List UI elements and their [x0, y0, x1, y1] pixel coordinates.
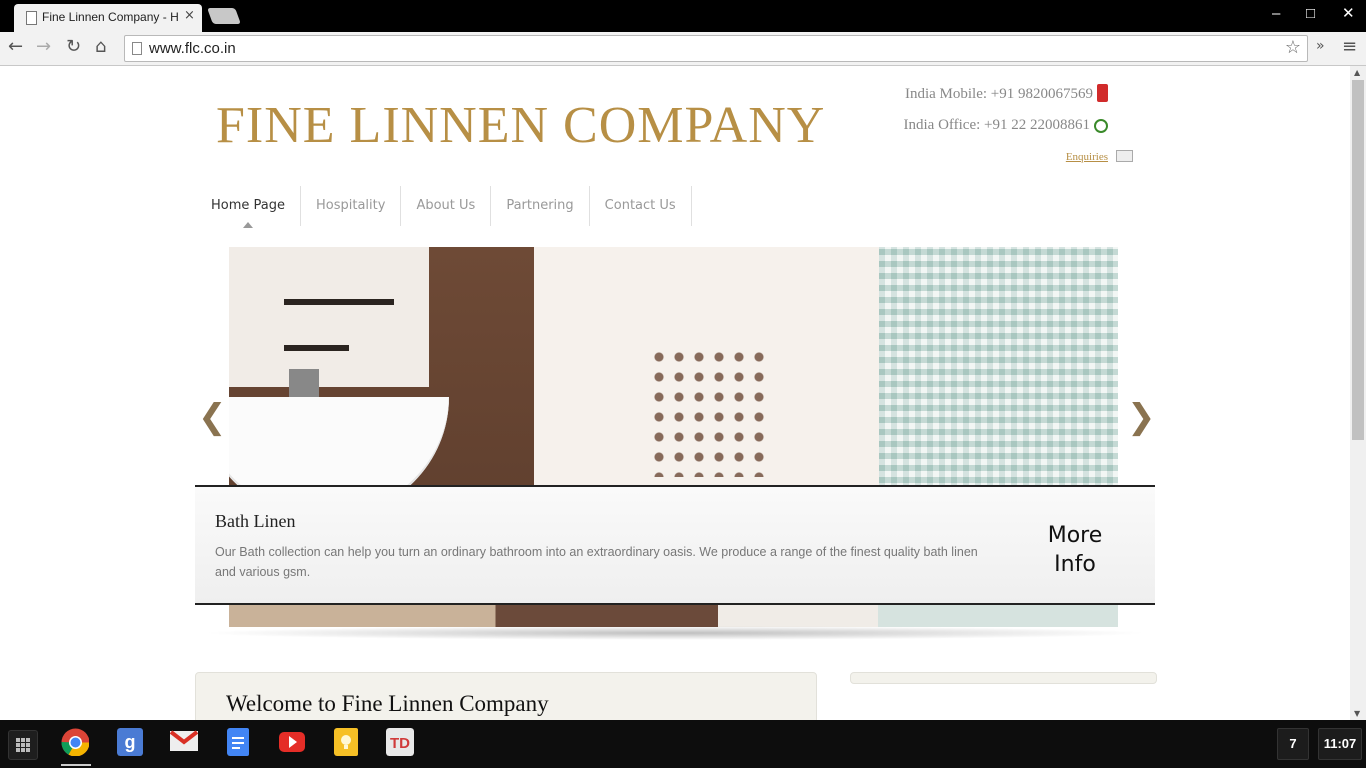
slider-prev-arrow-icon[interactable]: ❮	[198, 397, 227, 437]
bookmark-star-icon[interactable]: ☆	[1285, 37, 1301, 58]
mail-icon[interactable]	[1116, 150, 1133, 162]
enquiries-label[interactable]: Enquiries	[1066, 151, 1108, 163]
slider-mirror	[229, 247, 429, 387]
nav-label[interactable]: About Us	[416, 198, 475, 213]
google-search-icon[interactable]: g	[117, 728, 145, 756]
minimize-button[interactable]: –	[1272, 4, 1280, 24]
url-text[interactable]: www.flc.co.in	[149, 40, 236, 57]
mobile-contact: India Mobile: +91 9820067569	[905, 84, 1108, 103]
maximize-button[interactable]: □	[1306, 4, 1315, 24]
more-info-button[interactable]: More Info	[1015, 521, 1135, 579]
apps-grid-icon	[16, 738, 30, 752]
slider-next-arrow-icon[interactable]: ❯	[1127, 397, 1156, 437]
close-window-button[interactable]: ✕	[1342, 4, 1355, 24]
office-contact: India Office: +91 22 22008861	[904, 117, 1108, 134]
nav-label[interactable]: Partnering	[506, 198, 573, 213]
nav-contact-us[interactable]: Contact Us	[590, 186, 692, 226]
slider-shelf	[284, 345, 349, 351]
scroll-down-icon[interactable]: ▼	[1354, 709, 1360, 718]
docs-icon[interactable]	[227, 728, 255, 756]
menu-icon[interactable]: ≡	[1342, 36, 1357, 57]
nav-label[interactable]: Contact Us	[605, 198, 676, 213]
svg-text:g: g	[125, 732, 136, 752]
browser-title-bar: Fine Linnen Company - H × – □ ✕	[0, 0, 1366, 32]
scroll-up-icon[interactable]: ▲	[1354, 68, 1360, 77]
os-shelf: g TD 7 11:07	[0, 720, 1366, 768]
mobile-number: India Mobile: +91 9820067569	[904, 86, 1093, 102]
nav-label[interactable]: Hospitality	[316, 198, 385, 213]
site-logo[interactable]: FINE LINNEN COMPANY	[216, 96, 825, 155]
nav-label[interactable]: Home Page	[211, 198, 285, 213]
new-tab-button[interactable]	[207, 8, 241, 24]
app-launcher-button[interactable]	[8, 730, 38, 760]
forward-icon[interactable]: →	[36, 36, 51, 57]
chrome-icon[interactable]	[61, 728, 89, 756]
notification-count[interactable]: 7	[1277, 728, 1309, 760]
clock[interactable]: 11:07	[1318, 728, 1362, 760]
sidebar-panel	[850, 672, 1157, 684]
page-icon	[132, 42, 142, 55]
tab-close-icon[interactable]: ×	[184, 8, 195, 23]
nav-home-page[interactable]: Home Page	[196, 186, 301, 228]
caption-title: Bath Linen	[215, 511, 296, 531]
gmail-icon[interactable]	[170, 728, 198, 756]
caption-text: Our Bath collection can help you turn an…	[215, 545, 978, 579]
slider-shelf	[284, 299, 394, 305]
nav-about-us[interactable]: About Us	[401, 186, 492, 226]
welcome-title: Welcome to Fine Linnen Company	[226, 691, 549, 716]
address-bar[interactable]: www.flc.co.in ☆	[124, 35, 1308, 62]
office-number: India Office: +91 22 22008861	[903, 117, 1090, 133]
tweetdeck-icon[interactable]: TD	[386, 728, 414, 756]
page-viewport: FINE LINNEN COMPANY India Mobile: +91 98…	[0, 66, 1350, 720]
nav-hospitality[interactable]: Hospitality	[301, 186, 402, 226]
slider-bottom-strip	[229, 605, 1118, 627]
more-info-line[interactable]: Info	[1015, 550, 1135, 579]
more-info-line[interactable]: More	[1015, 521, 1135, 550]
tab-title: Fine Linnen Company - H	[42, 10, 179, 24]
extensions-overflow-icon[interactable]: »	[1316, 38, 1325, 54]
slider-shadow	[200, 626, 1150, 640]
reload-icon[interactable]: ↻	[66, 36, 81, 57]
welcome-panel: Welcome to Fine Linnen Company	[195, 672, 817, 720]
active-app-indicator	[61, 764, 91, 766]
slider-plant	[649, 347, 769, 477]
back-icon[interactable]: ←	[8, 36, 23, 57]
main-nav: Home Page Hospitality About Us Partnerin…	[196, 186, 692, 228]
youtube-icon[interactable]	[279, 728, 307, 756]
home-icon[interactable]: ⌂	[95, 36, 106, 57]
enquiries-link[interactable]: Enquiries	[1066, 150, 1133, 163]
slider-caption: Bath Linen Our Bath collection can help …	[195, 485, 1155, 605]
scrollbar-thumb[interactable]	[1352, 80, 1364, 440]
browser-tab[interactable]: Fine Linnen Company - H ×	[14, 4, 202, 32]
page-scrollbar[interactable]: ▲ ▼	[1350, 66, 1366, 720]
keep-icon[interactable]	[334, 728, 362, 756]
mobile-phone-icon	[1097, 84, 1108, 102]
active-caret-icon	[243, 222, 253, 228]
svg-text:TD: TD	[390, 735, 410, 752]
phone-icon	[1094, 119, 1108, 133]
page-icon	[26, 11, 37, 25]
nav-partnering[interactable]: Partnering	[491, 186, 590, 226]
browser-toolbar: ← → ↻ ⌂ www.flc.co.in ☆ » ≡	[0, 32, 1366, 66]
